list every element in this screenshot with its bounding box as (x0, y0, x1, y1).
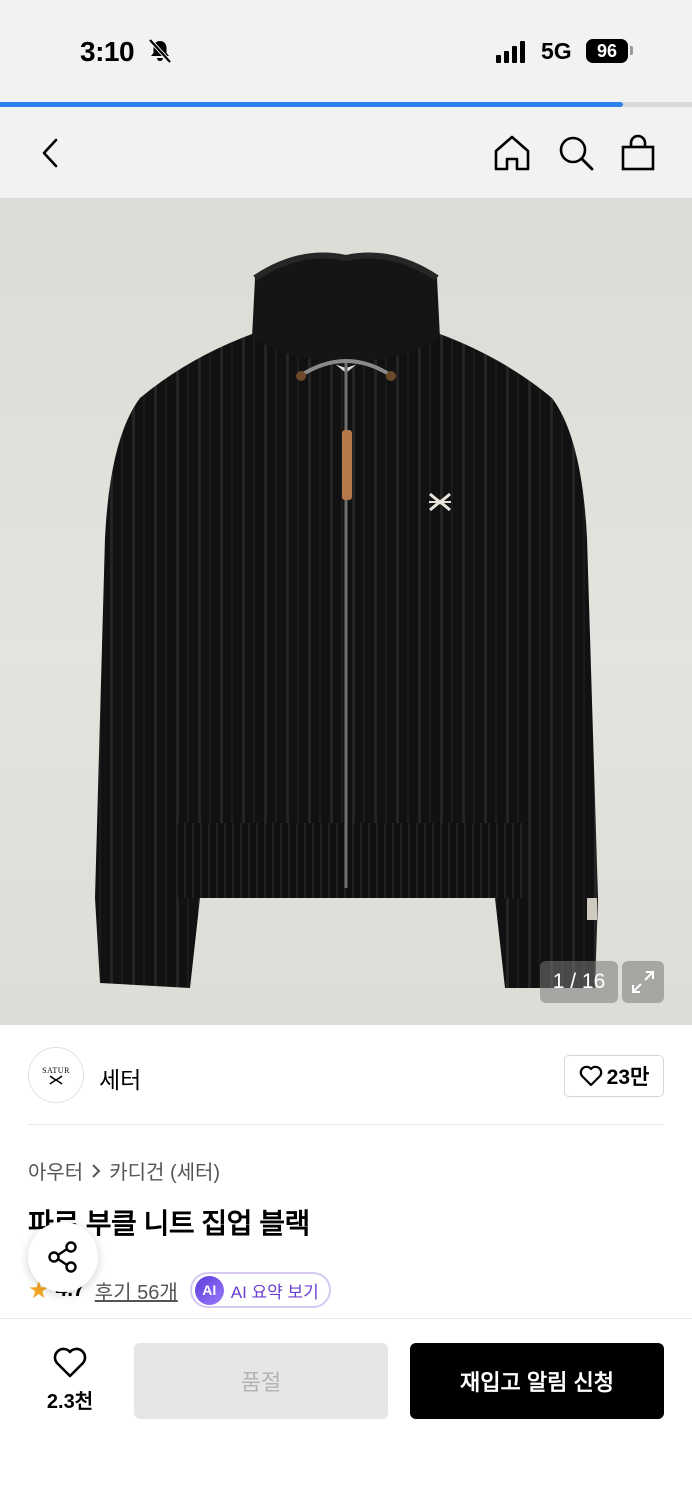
soldout-button: 품절 (134, 1343, 388, 1419)
divider (28, 1124, 664, 1125)
signal-icon (496, 41, 525, 63)
product-image[interactable] (0, 198, 692, 1025)
ai-summary-label: AI 요약 보기 (230, 1282, 319, 1302)
battery-icon: 96 (586, 39, 628, 63)
back-button[interactable] (20, 107, 80, 198)
breadcrumb: 아우터 카디건 (세터) (28, 1156, 220, 1185)
expand-icon (632, 971, 654, 993)
brand-row: SATUR 세터 23만 (0, 1047, 692, 1105)
expand-image-button[interactable] (622, 961, 664, 1003)
brand-emblem-icon (49, 1074, 63, 1085)
home-button[interactable] (482, 107, 542, 198)
brand-name[interactable]: 세터 (99, 1061, 141, 1095)
brand-logo[interactable]: SATUR (28, 1047, 84, 1103)
top-nav (0, 107, 692, 198)
search-button[interactable] (546, 107, 606, 198)
bottom-action-bar: 2.3천 품절 재입고 알림 신청 (0, 1318, 692, 1500)
back-icon (42, 138, 58, 167)
product-like-button[interactable]: 2.3천 (40, 1347, 100, 1414)
ai-summary-button[interactable]: AI AI 요약 보기 (189, 1272, 331, 1308)
share-icon (48, 1241, 77, 1273)
brand-like-button[interactable]: 23만 (564, 1055, 664, 1097)
heart-icon (579, 1065, 602, 1087)
bell-mute-icon (148, 38, 172, 64)
product-like-count: 2.3천 (46, 1391, 94, 1413)
cart-button[interactable] (608, 107, 668, 198)
brand-like-count: 23만 (606, 1066, 650, 1089)
status-bar: 3:10 5G 96 (0, 0, 692, 102)
cardigan-illustration (95, 252, 598, 988)
battery-tip (630, 46, 633, 55)
status-time: 3:10 (80, 36, 135, 67)
ai-icon: AI (194, 1275, 224, 1305)
breadcrumb-subcategory[interactable]: 카디건 (세터) (109, 1156, 220, 1185)
home-icon (494, 135, 530, 170)
brand-logo-text: SATUR (42, 1065, 70, 1075)
search-icon (559, 136, 594, 170)
breadcrumb-category[interactable]: 아우터 (28, 1156, 83, 1185)
chevron-right-icon (92, 1163, 101, 1178)
network-type: 5G (541, 38, 572, 64)
share-button[interactable] (28, 1222, 98, 1292)
image-counter: 1 / 16 (540, 961, 618, 1003)
reviews-link[interactable]: 후기 56개 (95, 1276, 178, 1305)
restock-alert-button[interactable]: 재입고 알림 신청 (410, 1343, 664, 1419)
shopping-bag-icon (621, 134, 655, 170)
heart-icon (53, 1347, 87, 1378)
